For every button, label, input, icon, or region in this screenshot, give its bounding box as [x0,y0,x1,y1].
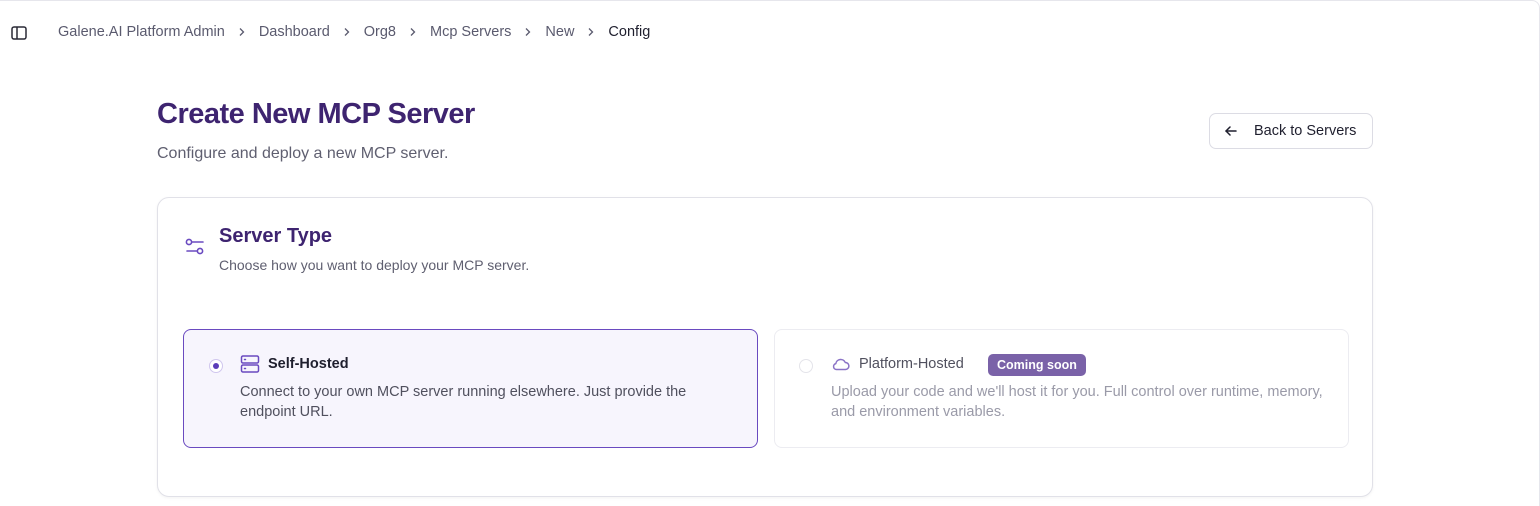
page-title: Create New MCP Server [157,98,475,130]
breadcrumb-item-org[interactable]: Org8 [364,24,396,40]
breadcrumb-item-mcp-servers[interactable]: Mcp Servers [430,24,511,40]
back-to-servers-button[interactable]: Back to Servers [1209,113,1373,149]
breadcrumb: Galene.AI Platform Admin Dashboard Org8 … [58,24,650,40]
arrow-left-icon [1225,126,1237,136]
breadcrumb-item-dashboard[interactable]: Dashboard [259,24,330,40]
breadcrumb-item-new[interactable]: New [545,24,574,40]
platform-hosted-description: Upload your code and we'll host it for y… [831,384,1323,420]
sidebar-toggle-icon[interactable] [10,24,28,42]
platform-hosted-label: Platform-Hosted [859,356,964,372]
chevron-right-icon [330,27,364,37]
card-subtitle: Choose how you want to deploy your MCP s… [219,257,530,273]
platform-hosted-radio[interactable] [799,359,813,373]
chevron-right-icon [225,27,259,37]
sliders-icon [185,238,204,255]
card-title: Server Type [219,225,333,247]
self-hosted-label: Self-Hosted [268,356,349,372]
breadcrumb-item-current: Config [608,24,651,40]
breadcrumb-item-platform-admin[interactable]: Galene.AI Platform Admin [58,24,225,40]
self-hosted-description: Connect to your own MCP server running e… [240,384,687,420]
page-subtitle: Configure and deploy a new MCP server. [157,145,449,162]
self-hosted-radio[interactable] [209,359,223,373]
chevron-right-icon [574,27,608,37]
option-platform-hosted[interactable]: Platform-Hosted Coming soon Upload your … [774,329,1349,448]
server-icon [240,355,260,373]
chevron-right-icon [511,27,545,37]
top-bar: Galene.AI Platform Admin Dashboard Org8 … [0,0,1540,66]
cloud-icon [832,358,850,371]
server-type-card: Server Type Choose how you want to deplo… [157,197,1373,497]
back-button-label: Back to Servers [1254,123,1357,139]
chevron-right-icon [396,27,430,37]
option-self-hosted[interactable]: Self-Hosted Connect to your own MCP serv… [183,329,758,448]
coming-soon-badge: Coming soon [988,354,1086,376]
